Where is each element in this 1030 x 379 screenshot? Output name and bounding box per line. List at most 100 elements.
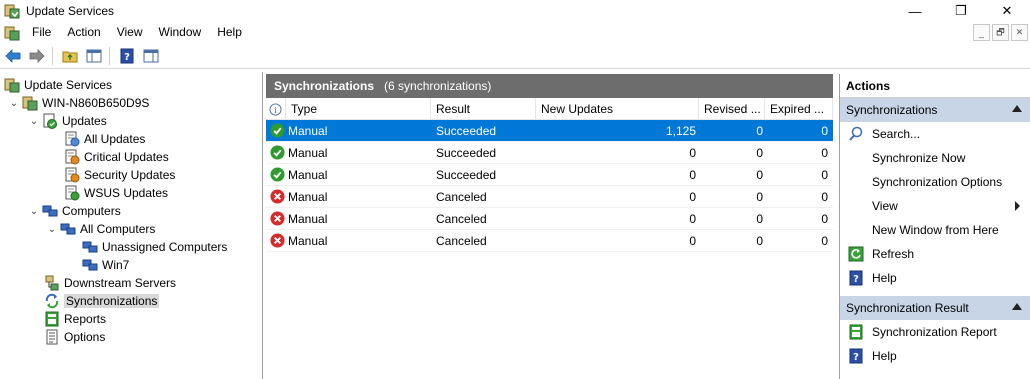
tree-item-downstream-servers[interactable]: Downstream Servers — [42, 274, 176, 292]
chevron-down-icon[interactable]: ⌄ — [28, 116, 40, 127]
results-pane: Synchronizations (6 synchronizations) i … — [266, 74, 833, 379]
table-row[interactable]: Manual Canceled 0 0 0 — [266, 208, 833, 230]
column-header-status[interactable]: i — [266, 98, 286, 120]
action-search[interactable]: Search... — [840, 122, 1030, 146]
info-icon: i — [269, 103, 282, 116]
tree-item-computers[interactable]: ⌄ Computers — [28, 202, 121, 220]
mdi-close-button[interactable]: ✕ — [1011, 24, 1028, 41]
success-check-icon — [270, 145, 285, 160]
up-one-level-button[interactable] — [59, 45, 81, 67]
tree-item-unassigned-computers[interactable]: Unassigned Computers — [80, 238, 227, 256]
menu-window[interactable]: Window — [151, 22, 210, 43]
help-toolbar-button[interactable]: ? — [116, 45, 138, 67]
toolbar-separator — [52, 47, 53, 65]
error-x-icon — [270, 189, 285, 204]
cell-new-updates: 0 — [689, 168, 696, 182]
tree-item-all-updates[interactable]: All Updates — [62, 130, 145, 148]
minimize-button[interactable]: — — [892, 0, 938, 22]
restore-button[interactable]: ❐ — [938, 0, 984, 22]
action-synchronization-options[interactable]: Synchronization Options — [840, 170, 1030, 194]
table-row[interactable]: Manual Succeeded 1,125 0 0 — [266, 120, 833, 142]
collapse-icon[interactable] — [1012, 303, 1022, 310]
menu-help[interactable]: Help — [209, 22, 250, 43]
column-header-new-updates[interactable]: New Updates — [536, 98, 699, 120]
column-header-revised[interactable]: Revised ... — [699, 98, 765, 120]
error-x-icon — [270, 233, 285, 248]
collapse-icon[interactable] — [1012, 105, 1022, 112]
table-row[interactable]: Manual Canceled 0 0 0 — [266, 186, 833, 208]
chevron-down-icon[interactable]: ⌄ — [28, 206, 40, 217]
show-hide-console-tree-button[interactable] — [83, 45, 105, 67]
console-document-icon[interactable] — [4, 25, 20, 41]
tree-item-reports[interactable]: Reports — [42, 310, 106, 328]
tree-item-win7[interactable]: Win7 — [80, 256, 129, 274]
tree-item-critical-updates[interactable]: Critical Updates — [62, 148, 169, 166]
error-x-icon — [270, 211, 285, 226]
cell-type: Manual — [288, 190, 328, 204]
computer-group-icon — [82, 259, 98, 271]
menu-action[interactable]: Action — [59, 22, 108, 43]
cell-expired: 0 — [821, 146, 828, 160]
results-header: Synchronizations (6 synchronizations) — [266, 74, 833, 98]
toolbar: ? — [0, 44, 1030, 69]
column-header-expired[interactable]: Expired ... — [765, 98, 833, 120]
tree-item-options[interactable]: Options — [42, 328, 105, 346]
back-button[interactable] — [2, 45, 24, 67]
cell-expired: 0 — [821, 124, 828, 138]
chevron-down-icon[interactable]: ⌄ — [46, 224, 58, 235]
options-icon — [46, 329, 58, 345]
show-hide-action-pane-button[interactable] — [140, 45, 162, 67]
tree-label: Win7 — [102, 258, 130, 272]
table-row[interactable]: Manual Succeeded 0 0 0 — [266, 164, 833, 186]
column-header-type[interactable]: Type — [286, 98, 431, 120]
tree-item-all-computers[interactable]: ⌄ All Computers — [46, 220, 156, 238]
success-check-icon — [270, 123, 285, 138]
action-new-window[interactable]: New Window from Here — [840, 218, 1030, 242]
window-title: Update Services — [26, 4, 115, 18]
cell-result: Succeeded — [436, 146, 497, 160]
mdi-minimize-button[interactable]: _ — [973, 24, 990, 41]
action-view[interactable]: View — [840, 194, 1030, 218]
action-label: Help — [872, 271, 897, 285]
grid-body: Manual Succeeded 1,125 0 0 Manual Succeeded 0 0 0… — [266, 120, 833, 252]
tree-item-server[interactable]: ⌄ WIN-N860B650D9S — [8, 94, 149, 112]
forward-arrow-icon — [29, 49, 45, 63]
actions-section-synchronizations[interactable]: Synchronizations — [840, 98, 1030, 122]
menu-file[interactable]: File — [24, 22, 59, 43]
tree-label: WSUS Updates — [84, 186, 169, 200]
tree-item-security-updates[interactable]: Security Updates — [62, 166, 175, 184]
action-help-result[interactable]: ? Help — [840, 344, 1030, 368]
help-icon: ? — [849, 348, 863, 364]
cell-type: Manual — [288, 168, 328, 182]
reports-icon — [45, 311, 59, 327]
action-help[interactable]: ? Help — [840, 266, 1030, 290]
table-row[interactable]: Manual Canceled 0 0 0 — [266, 230, 833, 252]
tree-item-wsus-updates[interactable]: WSUS Updates — [62, 184, 168, 202]
tree-label: All Updates — [84, 132, 146, 146]
action-synchronization-report[interactable]: Synchronization Report — [840, 320, 1030, 344]
tree-item-update-services[interactable]: Update Services — [2, 76, 112, 94]
menu-view[interactable]: View — [109, 22, 151, 43]
tree-item-updates[interactable]: ⌄ Updates — [28, 112, 107, 130]
wsus-app-icon — [4, 4, 20, 19]
tree-item-synchronizations[interactable]: Synchronizations — [42, 292, 160, 310]
cell-new-updates: 0 — [689, 190, 696, 204]
cell-result: Canceled — [436, 212, 487, 226]
close-button[interactable]: ✕ — [984, 0, 1030, 22]
cell-revised: 0 — [756, 146, 763, 160]
cell-new-updates: 0 — [689, 234, 696, 248]
mdi-restore-button[interactable]: 🗗 — [992, 24, 1009, 41]
forward-button[interactable] — [26, 45, 48, 67]
chevron-down-icon[interactable]: ⌄ — [8, 98, 20, 109]
action-refresh[interactable]: Refresh — [840, 242, 1030, 266]
up-folder-icon — [62, 51, 78, 63]
action-synchronize-now[interactable]: Synchronize Now — [840, 146, 1030, 170]
tree-label: Security Updates — [84, 168, 176, 182]
table-row[interactable]: Manual Succeeded 0 0 0 — [266, 142, 833, 164]
tree-label: Update Services — [24, 78, 113, 92]
column-header-result[interactable]: Result — [431, 98, 536, 120]
search-icon — [849, 126, 863, 141]
cell-expired: 0 — [821, 168, 828, 182]
cell-revised: 0 — [756, 234, 763, 248]
actions-section-synchronization-result[interactable]: Synchronization Result — [840, 296, 1030, 320]
